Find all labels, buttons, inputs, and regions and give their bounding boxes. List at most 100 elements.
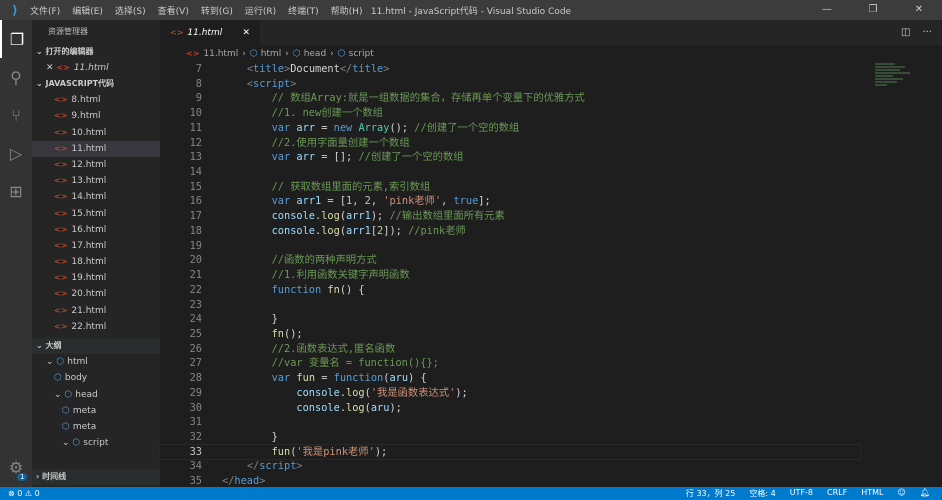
code-token: script xyxy=(259,460,297,473)
timeline-section[interactable]: › 时间线 xyxy=(32,469,160,485)
code-token: aru xyxy=(370,401,390,414)
search-icon[interactable]: ⚲ xyxy=(0,58,32,96)
close-tab-icon[interactable]: ✕ xyxy=(242,28,250,38)
menu-item[interactable]: 终端(T) xyxy=(288,7,319,17)
chevron-icon[interactable]: ⌄ xyxy=(46,357,56,367)
outline-item[interactable]: ⬡ meta xyxy=(32,403,160,419)
code-token: ); xyxy=(370,210,390,223)
tab-label: 11.html xyxy=(187,27,223,38)
file-item[interactable]: <> 14.html xyxy=(32,189,160,205)
chevron-icon[interactable]: ⌄ xyxy=(54,390,64,400)
code-editor[interactable]: 7 < title > Document </title >8 < script >9 // … xyxy=(159,62,861,489)
run-debug-icon[interactable]: ▷ xyxy=(0,134,32,172)
close-icon[interactable]: ✕ xyxy=(896,0,942,20)
menu-item[interactable]: 运行(R) xyxy=(245,7,276,17)
outline-label: meta xyxy=(72,405,97,416)
notifications-icon[interactable]: 🔔︎ xyxy=(920,488,930,499)
breadcrumb-item[interactable]: script xyxy=(349,49,374,59)
file-item[interactable]: <> 9.html xyxy=(32,108,160,124)
code-line: 26 //2.函数表达式,匿名函数 xyxy=(160,342,860,357)
line-number: 24 xyxy=(189,313,202,326)
outline-section[interactable]: ⌄ 大纲 xyxy=(32,338,160,355)
code-token: </ xyxy=(246,460,260,473)
menu-item[interactable]: 选择(S) xyxy=(115,7,146,17)
file-item[interactable]: <> 21.html xyxy=(32,303,160,319)
file-item[interactable]: <> 22.html xyxy=(32,319,160,332)
code-line: 19 xyxy=(160,239,860,254)
file-item[interactable]: <> 10.html xyxy=(32,125,160,141)
line-number: 22 xyxy=(189,283,202,296)
extensions-icon[interactable]: ⊞ xyxy=(0,172,32,210)
code-token: ); xyxy=(455,386,468,399)
code-line: 23 xyxy=(160,298,860,313)
file-item[interactable]: <> 11.html xyxy=(32,140,160,157)
explorer-title: 资源管理器 xyxy=(48,27,88,36)
language-mode[interactable]: HTML xyxy=(861,488,883,499)
more-actions-icon[interactable]: ··· xyxy=(922,27,932,38)
menu-item[interactable]: 转到(G) xyxy=(201,7,233,17)
folder-section[interactable]: ⌄ JAVASCRIPT代码 xyxy=(32,76,160,92)
feedback-icon[interactable]: ☺ xyxy=(898,488,906,499)
outline-item[interactable]: ⌄ ⬡ html xyxy=(32,354,160,370)
cursor-position[interactable]: 行 33，列 25 xyxy=(686,488,735,499)
line-number: 27 xyxy=(189,357,202,370)
html-file-icon: <> xyxy=(54,273,68,283)
file-item[interactable]: <> 15.html xyxy=(32,206,160,222)
code-token: , xyxy=(370,195,384,208)
file-item[interactable]: <> 13.html xyxy=(32,173,160,189)
split-editor-icon[interactable]: ◫ xyxy=(901,27,910,38)
breadcrumb-item[interactable]: html xyxy=(261,49,282,59)
menu-item[interactable]: 查看(V) xyxy=(158,7,189,17)
file-item[interactable]: <> 17.html xyxy=(32,238,160,254)
code-token: , xyxy=(441,195,454,208)
symbol-icon: ⬡ xyxy=(56,357,65,368)
tab-11-html[interactable]: <> 11.html ✕ xyxy=(160,20,260,45)
symbol-icon: ⬡ xyxy=(249,49,258,59)
outline-item[interactable]: ⬡ body xyxy=(32,370,160,386)
outline-item[interactable]: ⬡ meta xyxy=(32,419,160,435)
breadcrumb-item[interactable]: 11.html xyxy=(203,49,238,59)
outline-item[interactable]: ⌄ ⬡ script xyxy=(32,435,160,451)
code-line: 32 } xyxy=(160,430,860,445)
maximize-icon[interactable]: ❐ xyxy=(850,0,896,20)
line-number: 28 xyxy=(189,372,202,385)
file-item[interactable]: <> 19.html xyxy=(32,270,160,286)
minimap[interactable] xyxy=(875,62,935,122)
breadcrumb-item[interactable]: head xyxy=(304,49,326,59)
file-item[interactable]: <> 20.html xyxy=(32,286,160,302)
minimize-icon[interactable]: — xyxy=(804,0,850,20)
code-line: 24 } xyxy=(160,312,860,327)
file-label: 11.html xyxy=(71,143,107,154)
gear-icon[interactable]: ⚙ xyxy=(0,458,32,477)
indentation[interactable]: 空格: 4 xyxy=(749,488,775,499)
line-number: 30 xyxy=(189,401,202,414)
file-item[interactable]: <> 16.html xyxy=(32,222,160,238)
file-item[interactable]: <> 8.html xyxy=(32,92,160,108)
code-line: 11 var arr = new Array (); //创建了一个空的数组 xyxy=(160,121,860,136)
code-token: '我是函数表达式' xyxy=(370,386,456,399)
encoding[interactable]: UTF-8 xyxy=(790,488,813,499)
file-item[interactable]: <> 12.html xyxy=(32,157,160,173)
code-token: console xyxy=(271,224,316,237)
outline-item[interactable]: ⌄ ⬡ head xyxy=(32,387,160,403)
errors-indicator[interactable]: ⊗ 0 ⚠ 0 xyxy=(8,489,40,498)
file-item[interactable]: <> 18.html xyxy=(32,254,160,270)
menu-item[interactable]: 编辑(E) xyxy=(72,7,103,17)
html-file-icon: <> xyxy=(54,305,68,315)
line-ending[interactable]: CRLF xyxy=(827,488,847,499)
open-editor-item[interactable]: ✕ <> 11.html xyxy=(32,60,160,76)
close-icon[interactable]: ✕ xyxy=(46,63,56,73)
code-token: // 数组Array:就是一组数据的集合，存储再单个变量下的优雅方式 xyxy=(222,92,585,105)
open-editors-section[interactable]: ⌄ 打开的编辑器 xyxy=(32,44,160,60)
explorer-icon[interactable]: ❐ xyxy=(0,20,32,58)
menu-item[interactable]: 帮助(H) xyxy=(331,7,363,17)
chevron-icon[interactable]: ⌄ xyxy=(62,438,72,448)
symbol-icon: ⬡ xyxy=(54,373,62,384)
code-token: //1.利用函数关键字声明函数 xyxy=(222,269,410,282)
menu-item[interactable]: 文件(F) xyxy=(30,7,60,17)
line-number: 31 xyxy=(189,416,202,429)
html-file-icon: <> xyxy=(54,95,68,105)
source-control-icon[interactable]: ⑂ xyxy=(0,96,32,134)
